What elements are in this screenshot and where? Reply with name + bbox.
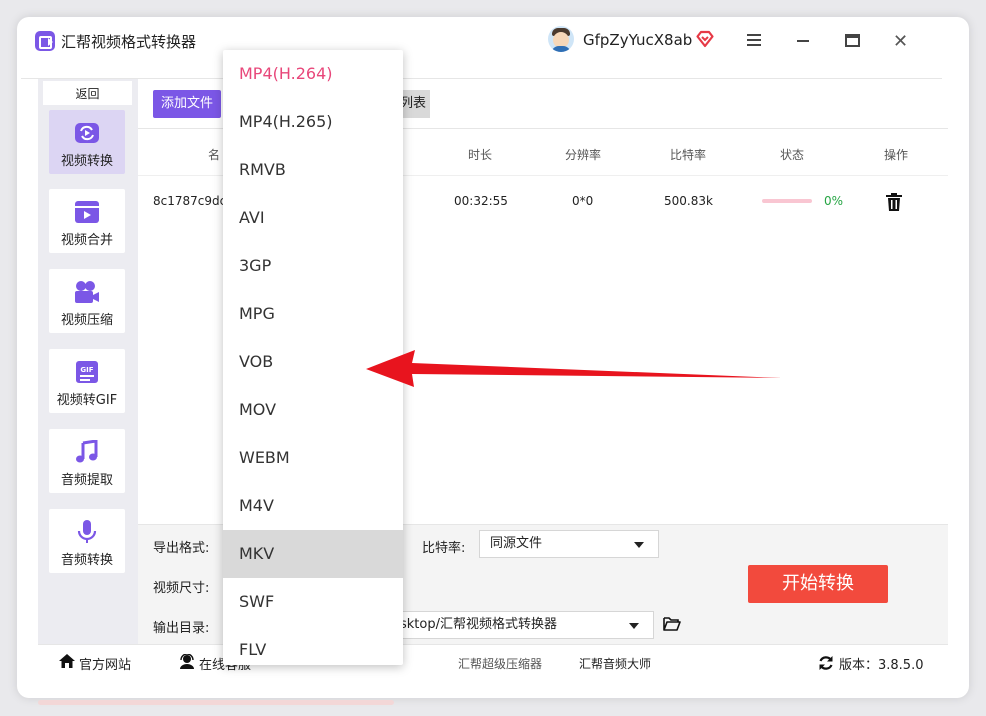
sidebar-item-label: 视频转GIF (56, 393, 118, 408)
chevron-down-icon (634, 542, 644, 548)
progress-percent: 0% (824, 194, 844, 208)
trash-icon[interactable] (886, 193, 902, 211)
sidebar-item-label: 视频转换 (60, 154, 113, 169)
column-header-action: 操作 (884, 148, 909, 162)
format-option[interactable]: SWF (223, 578, 403, 626)
column-header-name: 名 (208, 148, 221, 162)
audio-master-link[interactable]: 汇帮音频大师 (579, 655, 651, 672)
format-option[interactable]: MP4(H.265) (223, 98, 403, 146)
maximize-icon[interactable] (845, 34, 860, 47)
home-icon (59, 654, 75, 668)
refresh-icon[interactable] (818, 655, 834, 671)
column-header-duration: 时长 (468, 148, 493, 162)
sidebar-item-label: 音频提取 (60, 473, 113, 488)
format-option[interactable]: MPG (223, 290, 403, 338)
bitrate-select-value: 同源文件 (490, 536, 543, 551)
gif-icon: GIF (76, 361, 98, 383)
avatar[interactable] (548, 26, 574, 52)
video-compress-icon (75, 281, 99, 303)
file-duration: 00:32:55 (454, 194, 508, 208)
video-size-label: 视频尺寸: (153, 581, 210, 596)
output-dir-value: sktop/汇帮视频格式转换器 (400, 617, 557, 632)
file-name: 8c1787c9dca (153, 194, 234, 208)
sidebar-item-video-convert[interactable]: 视频转换 (49, 110, 125, 174)
microphone-icon (77, 520, 97, 543)
sidebar: 返回 视频转换 视频合并 视频压缩 GIF 视频转GIF 音频提取 音频转换 (38, 79, 138, 644)
chevron-down-icon (629, 623, 639, 629)
footer-divider (38, 644, 948, 645)
super-compressor-link[interactable]: 汇帮超级压缩器 (458, 655, 542, 672)
export-format-label: 导出格式: (153, 541, 210, 556)
annotation-arrow (366, 350, 782, 387)
file-bitrate: 500.83k (664, 194, 713, 208)
close-icon[interactable]: ✕ (893, 31, 908, 52)
vip-diamond-icon[interactable] (696, 30, 714, 48)
sidebar-item-video-compress[interactable]: 视频压缩 (49, 269, 125, 333)
format-option[interactable]: FLV (223, 626, 403, 665)
title-bar: 汇帮视频格式转换器 GfpZyYucX8ab ✕ (21, 22, 942, 62)
bitrate-label: 比特率: (422, 541, 466, 556)
username[interactable]: GfpZyYucX8ab (583, 31, 692, 49)
sidebar-item-audio-extract[interactable]: 音频提取 (49, 429, 125, 493)
sidebar-item-label: 视频压缩 (60, 313, 113, 328)
format-option[interactable]: MKV (223, 530, 403, 578)
minimize-icon[interactable] (797, 40, 809, 42)
start-convert-button[interactable]: 开始转换 (748, 565, 888, 603)
format-option[interactable]: 3GP (223, 242, 403, 290)
title-divider (21, 78, 942, 79)
window-shadow (38, 700, 394, 705)
music-icon (76, 440, 98, 463)
app-logo-icon (35, 31, 55, 51)
format-option[interactable]: AVI (223, 194, 403, 242)
official-website-link[interactable]: 官方网站 (79, 654, 131, 673)
output-dir-label: 输出目录: (153, 621, 210, 636)
sidebar-item-audio-convert[interactable]: 音频转换 (49, 509, 125, 573)
menu-icon[interactable] (747, 34, 761, 46)
column-header-bitrate: 比特率 (670, 148, 707, 162)
column-header-resolution: 分辨率 (565, 148, 602, 162)
back-button[interactable]: 返回 (43, 81, 132, 105)
folder-icon[interactable] (663, 616, 681, 631)
sidebar-item-video-merge[interactable]: 视频合并 (49, 189, 125, 253)
format-option[interactable]: M4V (223, 482, 403, 530)
sidebar-item-label: 视频合并 (60, 233, 113, 248)
sidebar-item-label: 音频转换 (60, 553, 113, 568)
add-file-button[interactable]: 添加文件 (153, 90, 221, 118)
sidebar-item-video-to-gif[interactable]: GIF 视频转GIF (49, 349, 125, 413)
column-header-status: 状态 (780, 148, 805, 162)
format-option[interactable]: WEBM (223, 434, 403, 482)
format-option[interactable]: RMVB (223, 146, 403, 194)
video-convert-icon (75, 123, 99, 143)
svg-text:GIF: GIF (80, 366, 93, 374)
progress-bar (762, 199, 812, 203)
file-resolution: 0*0 (572, 194, 594, 208)
bitrate-select[interactable]: 同源文件 (479, 530, 659, 558)
customer-service-icon (180, 654, 194, 669)
version-label: 版本：3.8.5.0 (839, 658, 924, 673)
video-merge-icon (75, 201, 99, 223)
format-option[interactable]: MP4(H.264) (223, 50, 403, 98)
app-title: 汇帮视频格式转换器 (61, 33, 197, 51)
output-dir-select[interactable]: sktop/汇帮视频格式转换器 (395, 611, 654, 639)
